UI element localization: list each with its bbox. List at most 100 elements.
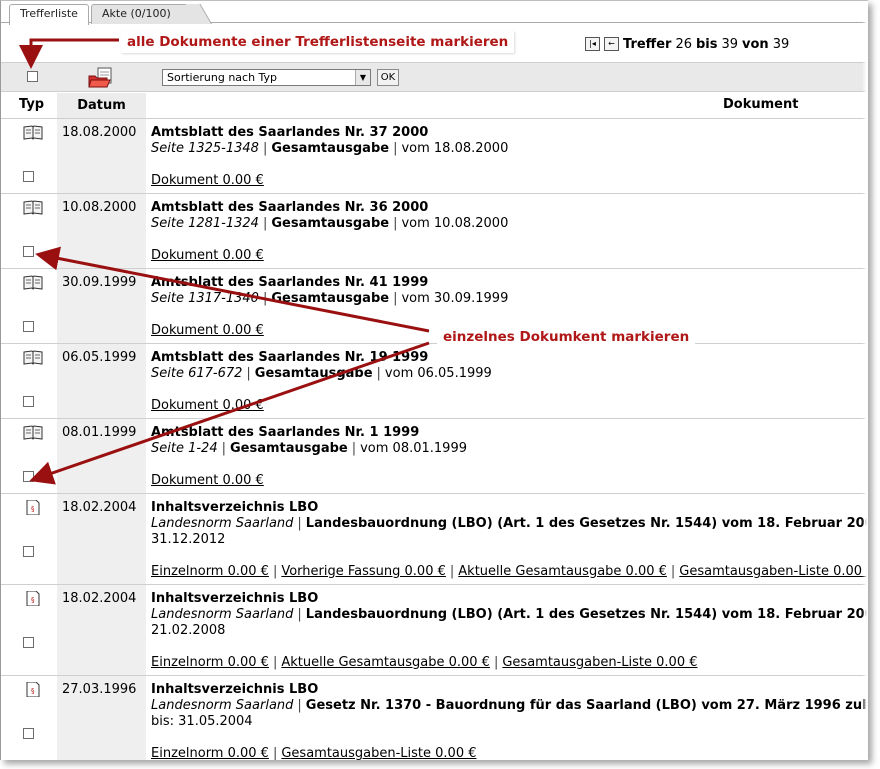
tab-trefferliste[interactable]: Trefferliste	[9, 4, 89, 25]
result-links: Dokument 0.00 €	[151, 473, 264, 488]
pager-total: 39	[772, 36, 790, 52]
result-link[interactable]: Einzelnorm 0.00 €	[151, 564, 269, 579]
separator: |	[351, 441, 357, 456]
tab-bar: Trefferliste Akte (0/100)	[1, 1, 868, 25]
result-date: 18.02.2004	[62, 591, 137, 606]
annotation-select-one: einzelnes Dokumkent markieren	[437, 328, 696, 346]
separator: |	[246, 366, 251, 381]
result-link[interactable]: Gesamtausgaben-Liste 0.00 €	[679, 564, 868, 579]
result-validity: bis: 31.05.2004	[151, 714, 253, 729]
result-edition: Landesbauordnung (LBO) (Art. 1 des Geset…	[305, 607, 868, 622]
result-row: 08.01.1999 Amtsblatt des Saarlandes Nr. 1…	[1, 419, 868, 494]
pager-label: Treffer	[623, 36, 672, 52]
result-title: Amtsblatt des Saarlandes Nr. 1 1999	[151, 425, 420, 440]
svg-text:§: §	[31, 687, 35, 695]
result-title: Amtsblatt des Saarlandes Nr. 41 1999	[151, 275, 429, 290]
torn-edge	[862, 1, 868, 760]
column-header-typ[interactable]: Typ	[19, 97, 44, 112]
result-date-info: vom 06.05.1999	[384, 366, 492, 381]
result-source: Landesnorm Saarland	[151, 516, 294, 531]
chevron-down-icon[interactable]: ▼	[355, 70, 370, 85]
column-header-dokument[interactable]: Dokument	[723, 97, 798, 112]
result-meta: Seite 1281-1324 | Gesamtausgabe | vom 10.08.…	[151, 216, 508, 231]
toolbar: Sortierung nach Typ ▼ OK	[1, 62, 868, 92]
select-all-checkbox[interactable]	[27, 71, 38, 82]
svg-text:§: §	[31, 505, 35, 513]
row-select-checkbox[interactable]	[23, 471, 34, 482]
separator: |	[670, 564, 676, 579]
result-row: 10.08.2000 Amtsblatt des Saarlandes Nr. 3…	[1, 194, 868, 269]
paragraph-document-icon: §	[23, 590, 43, 607]
book-icon	[23, 425, 43, 440]
row-select-checkbox[interactable]	[23, 321, 34, 332]
row-select-checkbox[interactable]	[23, 728, 34, 739]
result-meta: Landesnorm Saarland | Landesbauordnung (LB…	[151, 516, 868, 531]
result-meta: Seite 1317-1340 | Gesamtausgabe | vom 30.09.…	[151, 291, 508, 306]
separator: |	[221, 441, 226, 456]
result-link[interactable]: Aktuelle Gesamtausgabe 0.00 €	[458, 564, 667, 579]
result-source: Landesnorm Saarland	[151, 698, 294, 713]
column-header-datum[interactable]: Datum	[57, 93, 146, 118]
separator: |	[262, 291, 268, 306]
result-source: Seite 1325-1348	[151, 141, 259, 156]
result-link[interactable]: Dokument 0.00 €	[151, 173, 264, 188]
row-select-checkbox[interactable]	[23, 246, 34, 257]
result-row: 06.05.1999 Amtsblatt des Saarlandes Nr. 1…	[1, 344, 868, 419]
result-links: Einzelnorm 0.00 € | Gesamtausgaben-Liste 0…	[151, 746, 477, 760]
result-link[interactable]: Einzelnorm 0.00 €	[151, 746, 269, 760]
paragraph-document-icon: §	[23, 499, 43, 516]
result-links: Einzelnorm 0.00 € | Vorherige Fassung 0.00…	[151, 564, 868, 579]
result-link[interactable]: Aktuelle Gesamtausgabe 0.00 €	[281, 655, 490, 670]
result-validity: 21.02.2008	[151, 623, 226, 638]
result-link[interactable]: Dokument 0.00 €	[151, 248, 264, 263]
result-title: Amtsblatt des Saarlandes Nr. 19 1999	[151, 350, 429, 365]
separator: |	[393, 141, 398, 156]
separator: |	[493, 655, 499, 670]
result-edition: Gesetz Nr. 1370 - Bauordnung für das Saa…	[305, 698, 868, 713]
pager-from: 26	[675, 36, 692, 52]
open-folder-icon[interactable]	[87, 67, 115, 89]
result-title: Inhaltsverzeichnis LBO	[151, 682, 319, 697]
separator: |	[272, 746, 278, 760]
result-link[interactable]: Gesamtausgaben-Liste 0.00 €	[502, 655, 697, 670]
book-icon	[23, 275, 43, 290]
previous-page-icon[interactable]: ←	[604, 37, 619, 51]
row-select-checkbox[interactable]	[23, 396, 34, 407]
row-select-checkbox[interactable]	[23, 546, 34, 557]
result-links: Einzelnorm 0.00 € | Aktuelle Gesamtausgabe…	[151, 655, 698, 670]
separator: |	[376, 366, 381, 381]
annotation-select-all: alle Dokumente einer Trefferlistenseite …	[121, 31, 515, 53]
result-row: 30.09.1999 Amtsblatt des Saarlandes Nr. 4…	[1, 269, 868, 344]
result-meta: Landesnorm Saarland | Gesetz Nr. 1370 - Ba…	[151, 698, 868, 713]
result-row: § 18.02.2004 Inhaltsverzeichnis LBO Landesn…	[1, 494, 868, 585]
sort-select[interactable]: Sortierung nach Typ ▼	[162, 69, 371, 86]
result-meta: Seite 1-24 | Gesamtausgabe | vom 08.01.1999	[151, 441, 467, 456]
result-date: 18.08.2000	[62, 125, 137, 140]
result-row: § 27.03.1996 Inhaltsverzeichnis LBO Landesn…	[1, 676, 868, 760]
tab-akte[interactable]: Akte (0/100)	[91, 4, 201, 24]
result-row: § 18.02.2004 Inhaltsverzeichnis LBO Landesn…	[1, 585, 868, 676]
result-date: 06.05.1999	[62, 350, 137, 365]
result-title: Amtsblatt des Saarlandes Nr. 36 2000	[151, 200, 429, 215]
result-edition: Gesamtausgabe	[271, 291, 390, 306]
result-link[interactable]: Einzelnorm 0.00 €	[151, 655, 269, 670]
result-link[interactable]: Dokument 0.00 €	[151, 323, 264, 338]
result-link[interactable]: Dokument 0.00 €	[151, 398, 264, 413]
result-link[interactable]: Dokument 0.00 €	[151, 473, 264, 488]
result-date-info: vom 10.08.2000	[401, 216, 509, 231]
sort-select-value: Sortierung nach Typ	[167, 71, 278, 84]
result-meta: Seite 617-672 | Gesamtausgabe | vom 06.05.19…	[151, 366, 492, 381]
first-page-icon[interactable]: |◂	[585, 37, 600, 51]
pager-bis: bis	[695, 36, 718, 52]
separator: |	[272, 564, 278, 579]
ok-button[interactable]: OK	[377, 69, 399, 86]
result-link[interactable]: Gesamtausgaben-Liste 0.00 €	[281, 746, 476, 760]
row-select-checkbox[interactable]	[23, 171, 34, 182]
result-link[interactable]: Vorherige Fassung 0.00 €	[281, 564, 446, 579]
row-select-checkbox[interactable]	[23, 637, 34, 648]
result-title: Inhaltsverzeichnis LBO	[151, 500, 319, 515]
result-row: 18.08.2000 Amtsblatt des Saarlandes Nr. 3…	[1, 119, 868, 194]
separator: |	[262, 141, 268, 156]
separator: |	[393, 291, 398, 306]
result-source: Landesnorm Saarland	[151, 607, 294, 622]
